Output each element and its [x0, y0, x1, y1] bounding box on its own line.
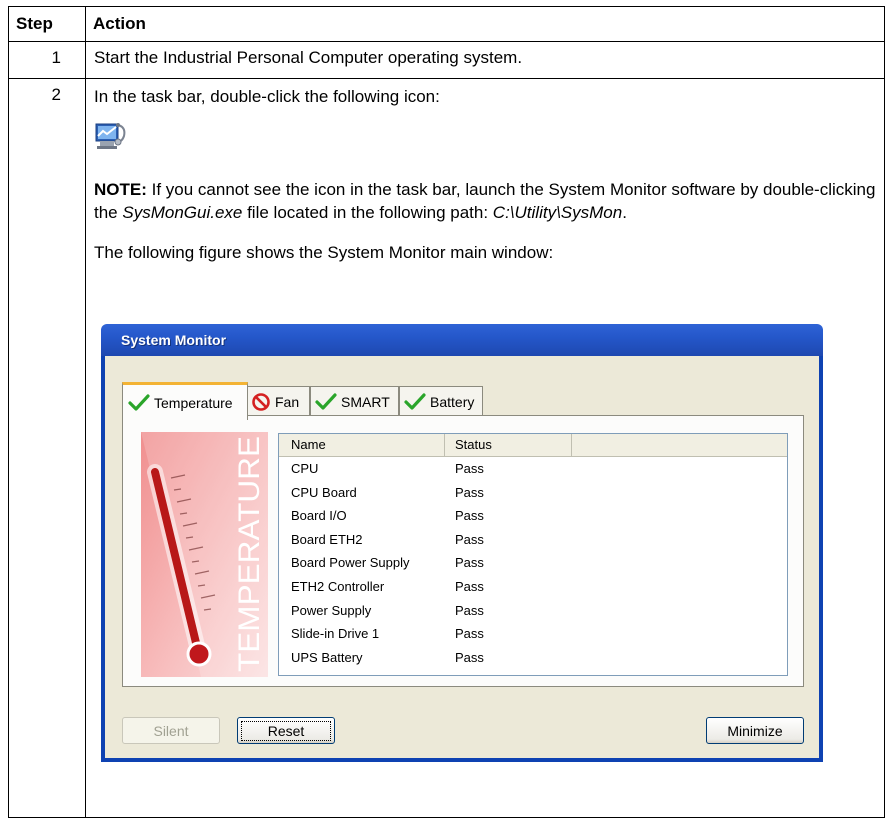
- note-text: .: [622, 203, 627, 222]
- list-item[interactable]: CPU Board Pass: [279, 481, 787, 504]
- item-name: UPS Battery: [291, 649, 363, 665]
- window-title-bar[interactable]: System Monitor: [101, 324, 823, 356]
- item-status: Pass: [455, 461, 484, 476]
- item-name: Board I/O: [291, 508, 347, 524]
- list-item[interactable]: Slide-in Drive 1 Pass: [279, 622, 787, 645]
- note-path: C:\Utility\SysMon: [492, 203, 623, 222]
- note-paragraph: NOTE: If you cannot see the icon in the …: [94, 178, 876, 224]
- tab-temperature[interactable]: Temperature: [122, 382, 248, 420]
- item-status: Pass: [455, 579, 484, 594]
- list-header: Name Status: [279, 434, 787, 457]
- step-header: Step: [8, 6, 86, 42]
- tab-fan[interactable]: Fan: [246, 386, 310, 417]
- tab-battery[interactable]: Battery: [399, 386, 483, 417]
- step-number: 1: [8, 41, 86, 79]
- minimize-label: Minimize: [727, 722, 783, 739]
- step-intro: In the task bar, double-click the follow…: [94, 87, 440, 106]
- system-monitor-window: System Monitor Temperature Fan SMART Bat…: [101, 324, 823, 762]
- table-row: 1 Start the Industrial Personal Computer…: [8, 41, 885, 79]
- item-name: ETH2 Controller: [291, 579, 385, 594]
- silent-label: Silent: [153, 722, 189, 739]
- note-label: NOTE:: [94, 180, 147, 199]
- tab-label: Battery: [430, 394, 475, 410]
- tab-label: Fan: [275, 394, 300, 410]
- item-name: Power Supply: [291, 602, 372, 618]
- note-text: file located in the following path:: [242, 203, 493, 222]
- list-item[interactable]: ETH2 Controller Pass: [279, 575, 787, 598]
- item-status: Pass: [455, 508, 484, 524]
- minimize-button[interactable]: Minimize: [706, 717, 804, 744]
- list-item[interactable]: Power Supply Pass: [279, 599, 787, 622]
- check-icon: [315, 393, 337, 410]
- list-item[interactable]: Board Power Supply Pass: [279, 551, 787, 574]
- window-client: Temperature Fan SMART Battery TEMPERATUR…: [105, 356, 819, 758]
- tab-smart[interactable]: SMART: [310, 386, 399, 417]
- document-page: Step Action 1 Start the Industrial Perso…: [0, 0, 890, 818]
- item-name: Board ETH2: [291, 531, 363, 547]
- step-number: 2: [8, 78, 86, 818]
- list-item[interactable]: Board I/O Pass: [279, 504, 787, 527]
- note-file: SysMonGui.exe: [122, 203, 243, 222]
- item-name: Board Power Supply: [291, 555, 410, 571]
- item-name: Slide-in Drive 1: [291, 626, 380, 642]
- system-monitor-icon: [94, 120, 876, 160]
- check-icon: [128, 393, 150, 411]
- thermometer-graphic: TEMPERATURE: [141, 432, 268, 677]
- window-title: System Monitor: [121, 332, 227, 348]
- list-item[interactable]: CPU Pass: [279, 457, 787, 480]
- item-status: Pass: [455, 555, 484, 571]
- tab-label: SMART: [341, 394, 390, 410]
- item-status: Pass: [455, 484, 484, 500]
- tab-label: Temperature: [154, 394, 233, 411]
- reset-label: Reset: [240, 720, 332, 741]
- column-name-header[interactable]: Name: [291, 437, 326, 452]
- silent-button[interactable]: Silent: [122, 717, 220, 744]
- action-header: Action: [85, 6, 885, 42]
- column-divider[interactable]: [571, 434, 572, 456]
- item-status: Pass: [455, 602, 484, 618]
- figure-intro: The following figure shows the System Mo…: [94, 243, 554, 262]
- list-item[interactable]: Board ETH2 Pass: [279, 528, 787, 551]
- status-list[interactable]: Name Status CPU Pass CPU Board Pass Board I/…: [278, 433, 788, 676]
- prohibited-icon: [252, 393, 270, 411]
- item-status: Pass: [455, 531, 484, 547]
- step-action: Start the Industrial Personal Computer o…: [85, 41, 885, 79]
- column-divider[interactable]: [444, 434, 445, 456]
- list-item[interactable]: UPS Battery Pass: [279, 646, 787, 669]
- thermometer-label: TEMPERATURE: [233, 436, 266, 672]
- item-name: CPU: [291, 461, 319, 476]
- column-status-header[interactable]: Status: [455, 437, 492, 452]
- item-status: Pass: [455, 626, 484, 642]
- table-header: Step Action: [8, 6, 885, 42]
- temperature-panel: TEMPERATURE Name Status CPU Pass CPU Board…: [122, 415, 804, 687]
- item-name: CPU Board: [291, 484, 357, 500]
- item-status: Pass: [455, 649, 484, 665]
- reset-button[interactable]: Reset: [237, 717, 335, 744]
- check-icon: [404, 393, 426, 410]
